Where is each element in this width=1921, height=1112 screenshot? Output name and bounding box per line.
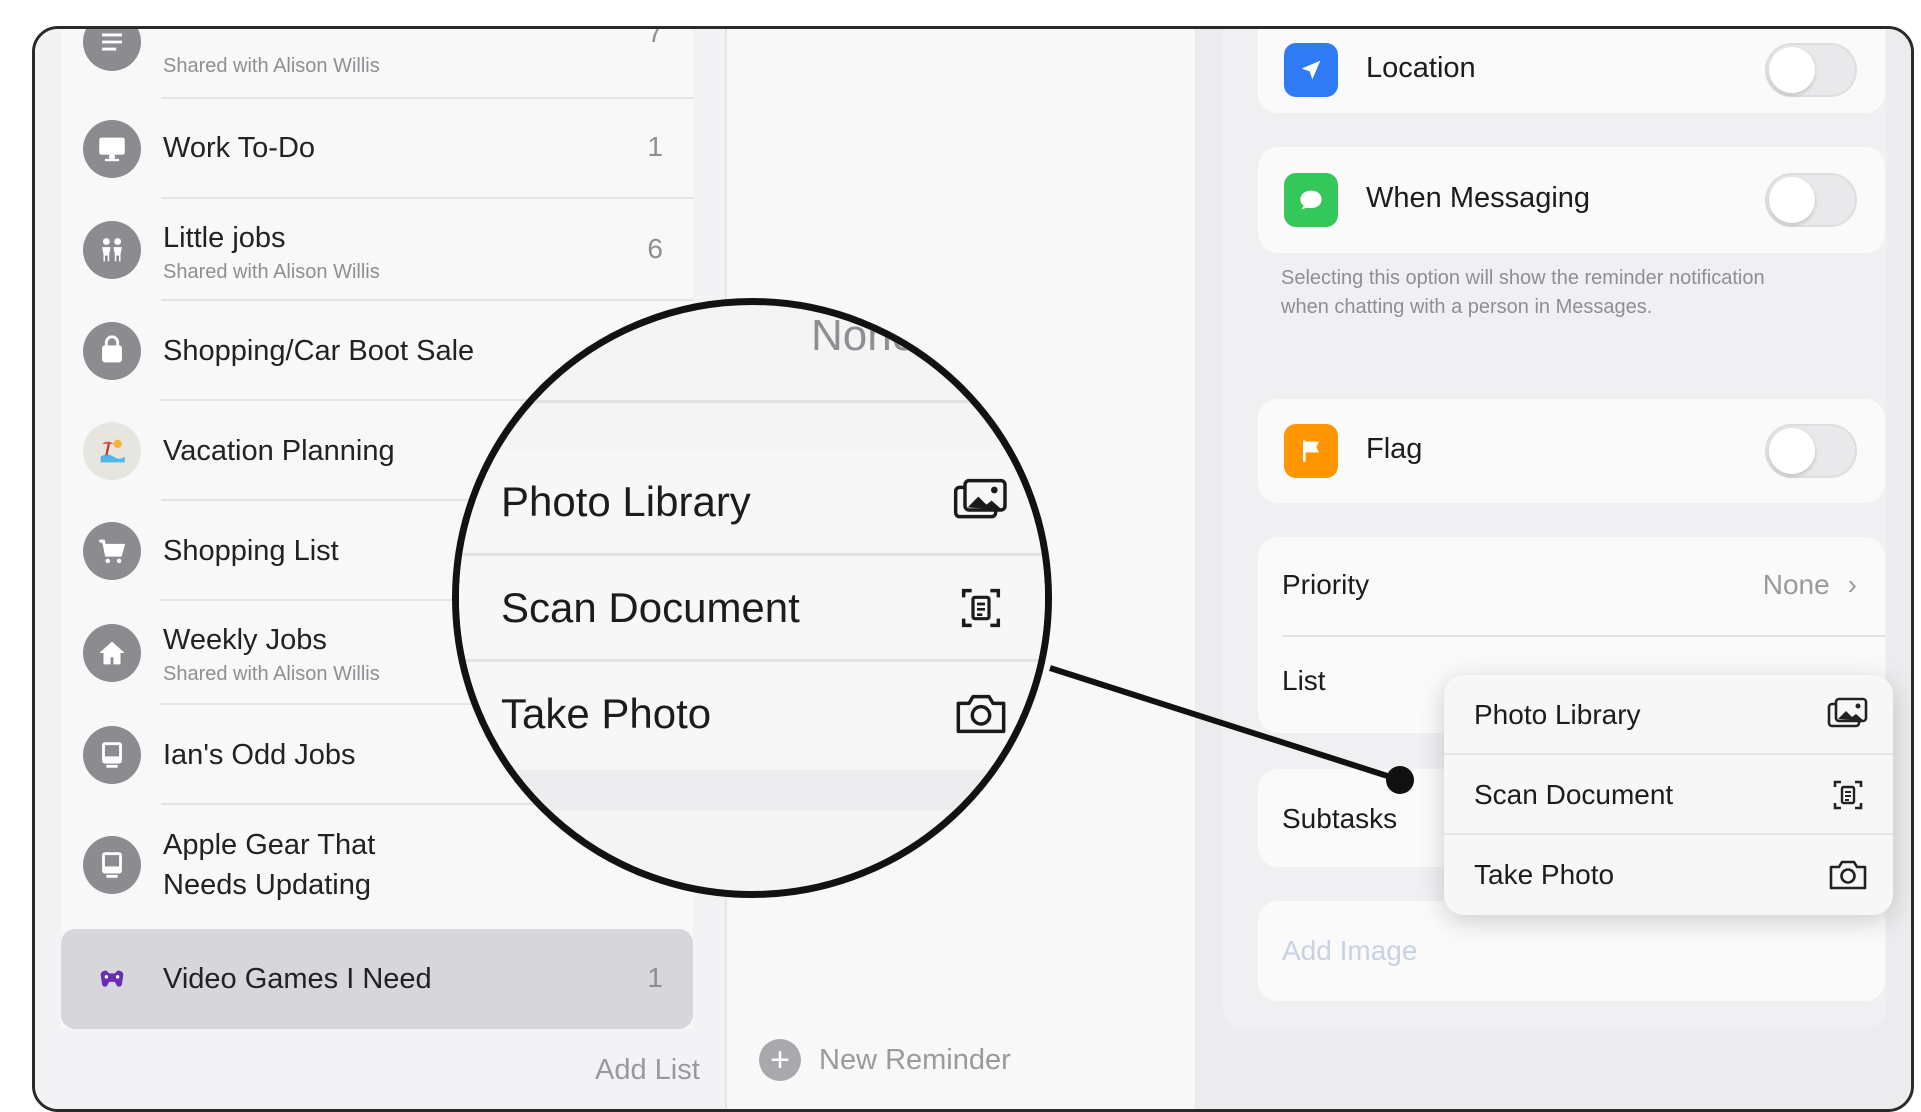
magnified-menu: Photo Library Scan Document Take Photo bbox=[459, 450, 1045, 770]
location-label: Location bbox=[1366, 52, 1476, 84]
add-list-button[interactable]: Add List bbox=[595, 1054, 700, 1087]
house-icon bbox=[83, 624, 141, 682]
magnified-backdrop bbox=[459, 770, 1045, 810]
priority-label: Priority bbox=[1282, 569, 1370, 600]
beach-icon bbox=[83, 422, 141, 480]
add-image-popover: Photo Library Scan Document Take Photo bbox=[1444, 675, 1893, 915]
list-label: List bbox=[1282, 665, 1326, 696]
flag-toggle[interactable] bbox=[1765, 424, 1857, 478]
add-image-label: Add Image bbox=[1282, 935, 1418, 966]
list-name: Video Games I Need bbox=[163, 963, 432, 995]
menu-item-label: Scan Document bbox=[1474, 779, 1674, 810]
list-subtitle: Shared with Alison Willis bbox=[163, 261, 380, 283]
list-count: 1 bbox=[647, 962, 663, 993]
game-icon bbox=[83, 950, 141, 1008]
messaging-card: When Messaging bbox=[1258, 147, 1885, 253]
when-messaging-label: When Messaging bbox=[1366, 182, 1591, 214]
subtasks-label: Subtasks bbox=[1282, 803, 1398, 834]
list-name: Apple Gear That Needs Updating bbox=[163, 829, 376, 901]
flag-label: Flag bbox=[1366, 433, 1423, 465]
list-item-work-to-do[interactable]: Work To-Do 1 bbox=[61, 99, 693, 199]
messages-icon bbox=[1284, 173, 1338, 227]
camera-icon bbox=[956, 694, 1006, 734]
menu-item-take-photo[interactable]: Take Photo bbox=[1444, 835, 1893, 915]
location-card: Location bbox=[1258, 29, 1885, 113]
scan-document-icon bbox=[961, 588, 1001, 628]
photo-library-icon bbox=[1827, 697, 1868, 728]
location-arrow-icon bbox=[1284, 43, 1338, 97]
new-reminder-label: New Reminder bbox=[819, 1043, 1011, 1076]
new-reminder-button[interactable]: + New Reminder bbox=[759, 1039, 1011, 1081]
list-name: Shopping/Car Boot Sale bbox=[163, 335, 475, 367]
desktop-icon bbox=[83, 120, 141, 178]
list-subtitle: Shared with Alison Willis bbox=[163, 663, 380, 685]
priority-row[interactable]: Priority None › bbox=[1258, 537, 1885, 635]
menu-item-label: Take Photo bbox=[1474, 859, 1615, 890]
list-count: 6 bbox=[647, 233, 663, 264]
list-name: Little jobs bbox=[163, 222, 286, 254]
add-image-card[interactable]: Add Image bbox=[1258, 901, 1885, 1001]
list-count: 7 bbox=[647, 26, 663, 48]
menu-item-label: Photo Library bbox=[1474, 699, 1641, 730]
priority-value: None › bbox=[1762, 569, 1857, 600]
list-name: Weekly Jobs bbox=[163, 624, 327, 656]
computer-icon bbox=[83, 836, 141, 894]
computer-icon bbox=[83, 726, 141, 784]
list-count: 1 bbox=[647, 131, 663, 162]
magnifier-callout: None Photo Library Scan Document Take Ph… bbox=[452, 298, 1052, 898]
scan-document-icon bbox=[1833, 780, 1863, 810]
list-name: Ian's Odd Jobs bbox=[163, 739, 356, 771]
menu-item-photo-library[interactable]: Photo Library bbox=[1444, 675, 1893, 755]
bag-icon bbox=[83, 322, 141, 380]
list-item-video-games[interactable]: Video Games I Need 1 bbox=[61, 929, 693, 1029]
chevron-right-icon: › bbox=[1847, 569, 1857, 600]
flag-card: Flag bbox=[1258, 399, 1885, 503]
menu-item-scan-document[interactable]: Scan Document bbox=[1444, 755, 1893, 835]
magnified-none-text: None bbox=[811, 311, 917, 360]
list-subtitle: Shared with Alison Willis bbox=[163, 55, 380, 77]
magnified-item-scan-document: Scan Document bbox=[459, 556, 1045, 662]
list-item-shared[interactable]: Shared with Alison Willis 7 bbox=[61, 26, 693, 99]
details-pane: Location When Messaging Selecting this o… bbox=[1195, 29, 1911, 1109]
magnified-item-photo-library: Photo Library bbox=[459, 450, 1045, 556]
flag-icon bbox=[1284, 424, 1338, 478]
when-messaging-toggle[interactable] bbox=[1765, 173, 1857, 227]
cart-icon bbox=[83, 522, 141, 580]
list-name: Vacation Planning bbox=[163, 435, 395, 467]
magnified-item-label: Scan Document bbox=[501, 584, 800, 631]
list-name: Work To-Do bbox=[163, 132, 316, 164]
magnified-item-take-photo: Take Photo bbox=[459, 662, 1045, 768]
location-toggle[interactable] bbox=[1765, 43, 1857, 97]
photo-library-icon bbox=[953, 478, 1007, 519]
list-item-little-jobs[interactable]: Little jobs Shared with Alison Willis 6 bbox=[61, 199, 693, 301]
magnified-item-label: Photo Library bbox=[501, 478, 751, 525]
divider bbox=[499, 400, 1045, 403]
list-name: Shopping List bbox=[163, 535, 339, 567]
people-icon bbox=[83, 221, 141, 279]
magnified-item-label: Take Photo bbox=[501, 690, 712, 737]
list-icon bbox=[83, 29, 141, 71]
messaging-footnote: Selecting this option will show the remi… bbox=[1281, 267, 1765, 318]
camera-icon bbox=[1829, 860, 1867, 890]
plus-icon: + bbox=[759, 1039, 801, 1081]
